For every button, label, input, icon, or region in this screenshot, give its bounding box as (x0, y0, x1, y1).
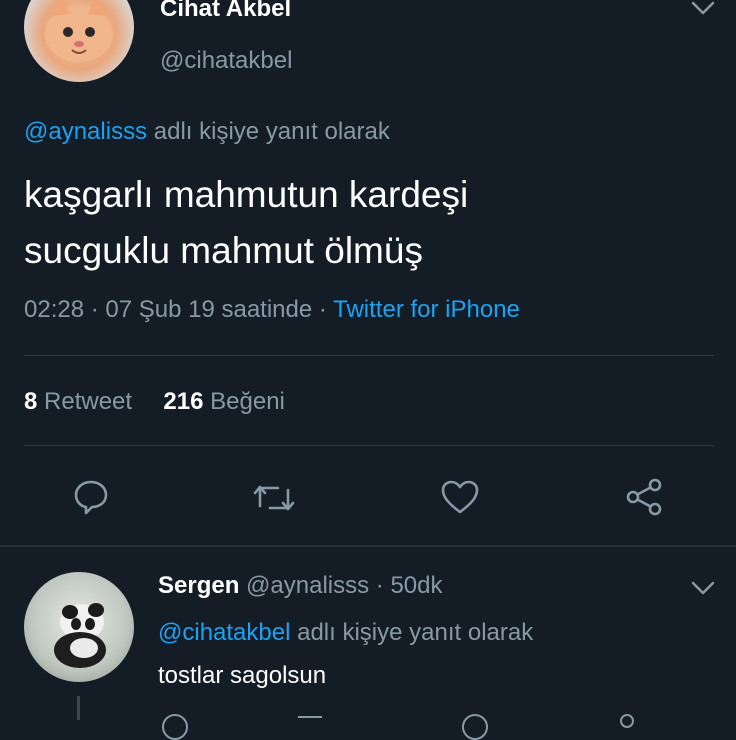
like-count: 216 (163, 388, 204, 415)
reply-to-handle[interactable]: @cihatakbel (158, 619, 290, 646)
tweet-text-line-1: kaşgarlı mahmutun kardeşi (24, 174, 469, 215)
retweet-icon[interactable] (252, 480, 296, 516)
chevron-down-icon[interactable] (690, 580, 716, 598)
like-icon[interactable] (440, 479, 480, 515)
reply-actions-partial (150, 712, 736, 740)
reply-icon[interactable] (162, 714, 188, 740)
retweet-label: Retweet (44, 388, 133, 415)
reply-age: 50dk (390, 572, 443, 599)
like-label: Beğeni (210, 388, 285, 415)
reply-to-line: @aynalisss adlı kişiye yanıt olarak (24, 116, 390, 148)
reply-to-suffix: adlı kişiye yanıt olarak (297, 619, 534, 646)
tweet-client[interactable]: Twitter for iPhone (333, 296, 520, 323)
tweet-date: 07 Şub 19 saatinde (105, 296, 313, 323)
share-icon[interactable] (620, 714, 634, 728)
reply-author-name[interactable]: Sergen (158, 572, 239, 599)
chevron-down-icon[interactable] (690, 0, 716, 18)
retweet-count: 8 (24, 388, 38, 415)
divider (24, 445, 714, 446)
retweet-stat[interactable]: 8 Retweet (24, 388, 139, 415)
like-icon[interactable] (462, 714, 488, 740)
like-stat[interactable]: 216 Beğeni (163, 388, 284, 415)
section-divider (0, 545, 736, 547)
tweet-time: 02:28 (24, 296, 85, 323)
tweet-text-line-2: sucguklu mahmut ölmüş (24, 230, 423, 271)
reply-to-handle[interactable]: @aynalisss (24, 118, 147, 145)
author-name[interactable]: Cihat Akbel (160, 0, 291, 24)
reply-header: Sergen @aynalisss · 50dk (158, 572, 443, 599)
reply-text: tostlar sagolsun (158, 662, 327, 689)
thread-line (77, 696, 80, 720)
author-handle[interactable]: @cihatakbel (160, 46, 292, 76)
reply-to-suffix: adlı kişiye yanıt olarak (153, 118, 390, 145)
reply-author-handle[interactable]: @aynalisss (246, 572, 369, 599)
retweet-icon[interactable] (298, 716, 322, 722)
avatar[interactable] (24, 0, 134, 82)
divider (24, 355, 714, 356)
tweet-stats: 8 Retweet 216 Beğeni (24, 386, 285, 418)
share-icon[interactable] (624, 477, 664, 517)
timestamp-line: 02:28 · 07 Şub 19 saatinde · Twitter for… (24, 296, 520, 323)
avatar[interactable] (24, 572, 134, 682)
reply-to-line: @cihatakbel adlı kişiye yanıt olarak (158, 617, 533, 649)
reply-icon[interactable] (72, 478, 110, 516)
